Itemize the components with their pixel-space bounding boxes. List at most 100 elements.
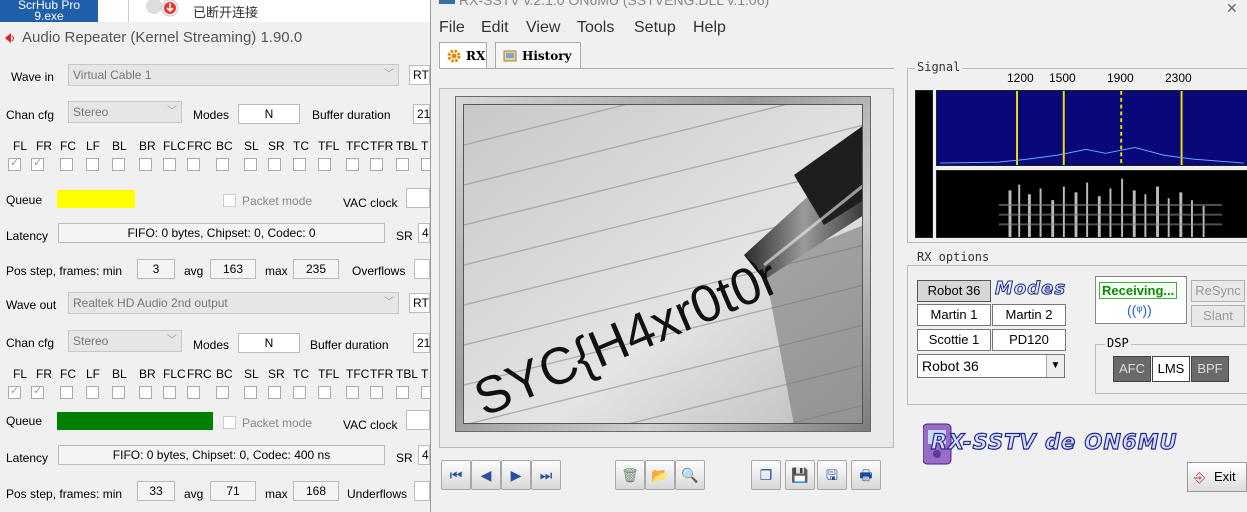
afc-toggle[interactable]: AFC	[1113, 356, 1151, 382]
mode-martin2-button[interactable]: Martin 2	[992, 304, 1066, 326]
wave-out-device-select[interactable]: Realtek HD Audio 2nd output ﹀	[68, 292, 399, 314]
previous-image-button[interactable]: ◀	[471, 460, 501, 490]
save-all-button[interactable]: 🖫	[817, 460, 847, 490]
close-icon[interactable]: ✕	[1226, 0, 1238, 17]
wave-out-rt-field[interactable]: RT	[409, 293, 430, 313]
channel-checkbox-tbl[interactable]	[396, 386, 409, 399]
packet-mode-checkbox[interactable]	[223, 194, 236, 207]
lms-toggle[interactable]: LMS	[1152, 356, 1190, 382]
sr-label: SR	[396, 229, 413, 243]
packet-mode-checkbox-out[interactable]	[223, 416, 236, 429]
channel-checkbox-tbl[interactable]	[396, 158, 409, 171]
channel-checkbox-br[interactable]	[139, 386, 152, 399]
next-image-button[interactable]: ▶	[501, 460, 531, 490]
chan-cfg-select-out[interactable]: Stereo ﹀	[68, 330, 182, 352]
channel-label-bc: BC	[216, 139, 233, 153]
channel-checkbox-tfc[interactable]	[346, 386, 359, 399]
copy-button[interactable]: ❐	[751, 460, 781, 490]
menu-file[interactable]: File	[439, 19, 465, 37]
channel-label-t: T	[421, 367, 429, 381]
buffer-duration-field-out[interactable]: 21	[413, 333, 430, 353]
wave-out-device-value: Realtek HD Audio 2nd output	[73, 296, 228, 310]
tab-rx[interactable]: RX	[439, 42, 487, 68]
sr-label-out: SR	[396, 451, 413, 465]
exit-button[interactable]: ⎆ Exit	[1187, 462, 1247, 492]
magnifier-icon: 🔍	[681, 467, 699, 483]
menu-tools[interactable]: Tools	[577, 19, 614, 37]
chan-cfg-select[interactable]: Stereo ﹀	[68, 101, 182, 123]
channel-checkbox-bc[interactable]	[216, 158, 229, 171]
rx-options-title: RX options	[915, 250, 992, 264]
received-image: SYC{H4xr0t0r	[463, 104, 863, 424]
mode-martin1-button[interactable]: Martin 1	[917, 304, 991, 326]
channel-checkbox-sr[interactable]	[268, 158, 281, 171]
mode-scottie1-button[interactable]: Scottie 1	[917, 329, 991, 351]
wave-in-device-value: Virtual Cable 1	[73, 68, 152, 82]
bpf-toggle[interactable]: BPF	[1191, 356, 1229, 382]
channel-checkbox-bc[interactable]	[216, 386, 229, 399]
scrhub-desktop-icon-label[interactable]: ScrHub Pro 9.exe	[0, 0, 98, 22]
modes-field[interactable]: N	[238, 104, 300, 124]
channel-checkbox-fr[interactable]	[31, 156, 44, 171]
last-image-button[interactable]: ⏭	[531, 460, 561, 490]
signal-title: Signal	[915, 60, 963, 74]
mode-select[interactable]: Robot 36 ▼	[917, 354, 1065, 378]
mode-pd120-button[interactable]: PD120	[992, 329, 1066, 351]
channel-checkbox-fc[interactable]	[60, 158, 73, 171]
menu-help[interactable]: Help	[693, 19, 726, 37]
channel-label-sl: SL	[244, 139, 259, 153]
wave-in-rt-field[interactable]: RT	[409, 65, 430, 85]
channel-checkbox-bl[interactable]	[112, 158, 125, 171]
tab-history[interactable]: History	[495, 42, 581, 68]
channel-checkbox-lf[interactable]	[86, 386, 99, 399]
channel-checkbox-frc[interactable]	[187, 386, 200, 399]
channel-checkbox-flc[interactable]	[163, 158, 176, 171]
menu-edit[interactable]: Edit	[481, 19, 509, 37]
first-image-button[interactable]: ⏮	[441, 460, 471, 490]
slant-button[interactable]: Slant	[1191, 305, 1245, 327]
channel-checkbox-br[interactable]	[139, 158, 152, 171]
sr-field[interactable]: 4	[418, 223, 430, 243]
zoom-button[interactable]: 🔍	[675, 460, 705, 490]
latency-label: Latency	[6, 229, 49, 243]
channel-checkbox-sr[interactable]	[268, 386, 281, 399]
trash-button[interactable]: 🗑	[615, 460, 645, 490]
channel-checkbox-tfc[interactable]	[346, 158, 359, 171]
channel-checkbox-tc[interactable]	[293, 158, 306, 171]
signal-level-meter	[915, 90, 933, 238]
channel-checkbox-bl[interactable]	[112, 386, 125, 399]
pos-step-max-out: 168	[293, 481, 339, 501]
wave-in-device-select[interactable]: Virtual Cable 1 ﹀	[68, 64, 399, 86]
channel-checkbox-fr[interactable]	[31, 384, 44, 399]
channel-checkbox-fl[interactable]	[8, 156, 21, 171]
open-folder-button[interactable]: 📂	[645, 460, 675, 490]
menu-setup[interactable]: Setup	[634, 19, 676, 37]
channel-checkbox-tfl[interactable]	[318, 158, 331, 171]
print-button[interactable]: 🖶	[851, 460, 881, 490]
overflows-field	[414, 259, 430, 279]
buffer-duration-field[interactable]: 21	[413, 104, 430, 124]
channel-label-sr: SR	[268, 139, 285, 153]
channel-checkbox-fl[interactable]	[8, 384, 21, 399]
next-icon: ▶	[510, 467, 522, 483]
channel-checkbox-flc[interactable]	[163, 386, 176, 399]
mode-robot36-button[interactable]: Robot 36	[917, 280, 991, 302]
channel-checkbox-fc[interactable]	[60, 386, 73, 399]
save-button[interactable]: 💾	[785, 460, 815, 490]
menu-view[interactable]: View	[526, 19, 560, 37]
channel-checkbox-sl[interactable]	[244, 386, 257, 399]
resync-button[interactable]: ReSync	[1191, 280, 1245, 302]
channel-checkbox-tfl[interactable]	[318, 386, 331, 399]
channel-checkbox-sl[interactable]	[244, 158, 257, 171]
vac-clock-field-out[interactable]	[406, 410, 430, 430]
channel-checkbox-tc[interactable]	[293, 386, 306, 399]
trash-icon: 🗑	[621, 467, 639, 483]
modes-field-out[interactable]: N	[238, 333, 300, 353]
channel-checkbox-tfr[interactable]	[370, 386, 383, 399]
channel-checkbox-frc[interactable]	[187, 158, 200, 171]
channel-checkbox-tfr[interactable]	[370, 158, 383, 171]
skip-back-icon: ⏮	[449, 467, 463, 483]
channel-checkbox-lf[interactable]	[86, 158, 99, 171]
vac-clock-field[interactable]	[406, 188, 430, 208]
sr-field-out[interactable]: 4	[418, 445, 430, 465]
